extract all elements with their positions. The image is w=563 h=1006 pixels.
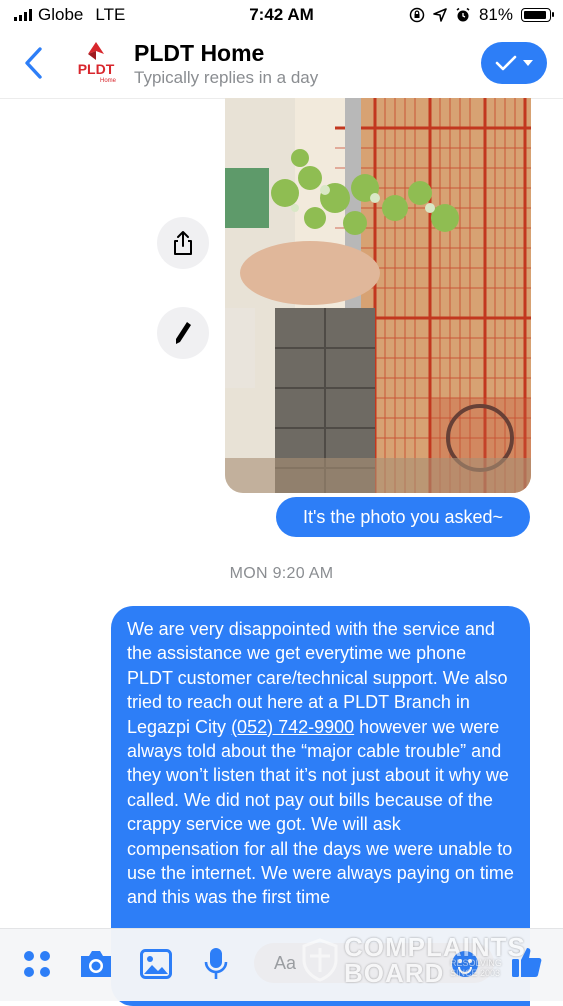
complaints-board-watermark: COMPLAINTS BOARD RESOLVING SINCE 2003 (300, 932, 525, 988)
alarm-icon (456, 7, 470, 22)
message-text: It's the photo you asked~ (302, 506, 504, 527)
caret-down-icon (523, 60, 533, 66)
message-text-part2: however we were always told about the “m… (127, 716, 514, 908)
back-chevron-icon[interactable] (22, 46, 46, 80)
watermark-line2: BOARD (344, 958, 445, 988)
share-icon (174, 231, 192, 255)
logo-text: PLDT (78, 61, 115, 77)
shield-icon (302, 938, 338, 982)
photo-message[interactable] (225, 98, 531, 493)
pldt-logo[interactable]: PLDT Home (72, 40, 120, 88)
rotation-lock-icon (409, 7, 425, 23)
logo-mark-icon: PLDT Home (78, 42, 117, 84)
status-bar: Globe LTE 7:42 AM 81% (0, 0, 563, 30)
message-timestamp: MON 9:20 AM (229, 565, 334, 582)
pencil-icon (176, 322, 191, 344)
status-icons: 81% (409, 5, 554, 25)
watermark-small: RESOLVING SINCE 2003 (450, 958, 502, 978)
battery-icon (521, 8, 554, 22)
conversation-header: PLDT Home PLDT Home Typically replies in… (0, 30, 563, 99)
gallery-icon[interactable] (140, 949, 172, 979)
message-input-placeholder: Aa (274, 953, 297, 973)
contact-name[interactable]: PLDT Home (134, 40, 264, 67)
phone-link[interactable]: (052) 742-9900 (231, 717, 354, 737)
manage-button[interactable] (481, 42, 547, 84)
location-icon (433, 8, 447, 22)
checkmark-icon (495, 55, 517, 71)
more-apps-icon[interactable] (22, 949, 52, 979)
message-bubble[interactable]: It's the photo you asked~ (276, 497, 530, 537)
edit-photo-button[interactable] (157, 307, 209, 359)
share-button[interactable] (157, 217, 209, 269)
response-time: Typically replies in a day (134, 68, 319, 87)
battery-percent: 81% (478, 5, 513, 24)
microphone-icon[interactable] (204, 947, 228, 981)
logo-subtext: Home (100, 78, 117, 84)
photo-image (225, 98, 531, 493)
camera-icon[interactable] (78, 949, 114, 979)
